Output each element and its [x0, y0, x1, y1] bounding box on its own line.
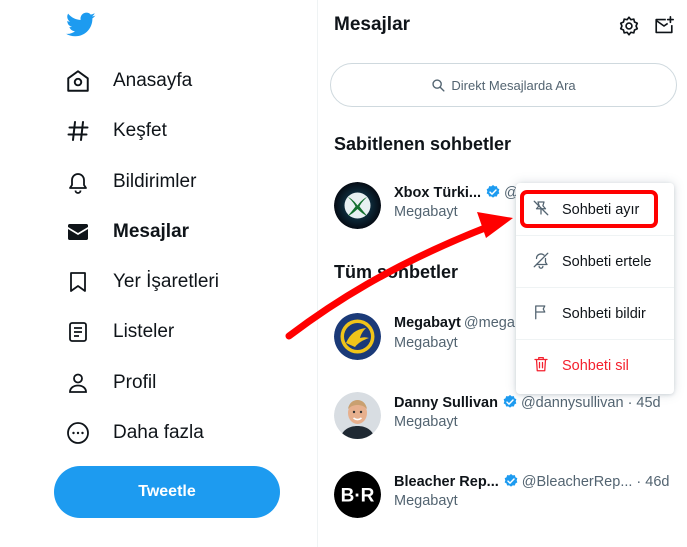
flag-icon: [532, 303, 550, 325]
home-icon: [64, 67, 92, 95]
more-circle-icon: [64, 419, 92, 447]
sidebar-item-more[interactable]: Daha fazla: [64, 416, 204, 450]
verified-badge-icon: [503, 473, 519, 493]
verified-badge-icon: [485, 184, 501, 204]
conversation-preview: Megabayt: [394, 335, 458, 351]
conversation-preview: Megabayt: [394, 414, 458, 430]
compose-message-icon[interactable]: [653, 15, 675, 37]
gear-icon[interactable]: [618, 15, 640, 37]
list-icon: [64, 318, 92, 346]
conversation-name: Danny Sullivan: [394, 395, 498, 411]
snooze-bell-icon: [532, 251, 550, 273]
svg-text:B·R: B·R: [341, 486, 375, 507]
avatar: [334, 313, 381, 360]
sidebar-item-bookmarks[interactable]: Yer İşaretleri: [64, 265, 219, 299]
conversation-preview: Megabayt: [394, 493, 458, 509]
tweet-button[interactable]: Tweetle: [54, 466, 280, 518]
search-placeholder: Direkt Mesajlarda Ara: [451, 77, 576, 93]
conversation-handle: @mega: [463, 315, 515, 331]
sidebar-item-explore[interactable]: Keşfet: [64, 114, 167, 148]
sidebar-item-label: Yer İşaretleri: [113, 271, 219, 292]
delete-conversation-menu-item[interactable]: Sohbeti sil: [516, 340, 674, 392]
sidebar-item-label: Mesajlar: [113, 221, 190, 242]
sidebar-item-label: Anasayfa: [113, 70, 193, 91]
conversation-item[interactable]: Danny Sullivan @dannysullivan · 45d Megab…: [334, 388, 687, 448]
sidebar-item-notifications[interactable]: Bildirimler: [64, 165, 196, 199]
search-icon: [432, 79, 445, 92]
sidebar-item-label: Listeler: [113, 321, 175, 342]
sidebar-item-label: Bildirimler: [113, 171, 197, 192]
conversation-handle: @BleacherRep... · 46d: [521, 474, 670, 490]
menu-item-label: Sohbeti ertele: [562, 253, 652, 270]
sidebar-item-lists[interactable]: Listeler: [64, 315, 174, 349]
sidebar-nav: Anasayfa Keşfet Bildirimler Mesajlar Yer…: [0, 0, 318, 547]
sidebar-item-messages[interactable]: Mesajlar: [64, 215, 189, 249]
conversation-item[interactable]: B·R Bleacher Rep... @BleacherRep... · 46d…: [334, 467, 687, 527]
conversation-preview: Megabayt: [394, 204, 458, 220]
bell-icon: [64, 168, 92, 196]
highlight-box: [520, 190, 658, 228]
sidebar-item-profile[interactable]: Profil: [64, 366, 156, 400]
conversation-name: Megabayt: [394, 315, 461, 331]
bookmark-icon: [64, 268, 92, 296]
sidebar-item-label: Keşfet: [113, 120, 167, 141]
avatar: [334, 182, 381, 229]
menu-item-label: Sohbeti sil: [562, 358, 629, 374]
twitter-bird-icon[interactable]: [66, 12, 96, 38]
avatar: [334, 392, 381, 439]
menu-item-label: Sohbeti bildir: [562, 305, 646, 322]
avatar: B·R: [334, 471, 381, 518]
search-input[interactable]: Direkt Mesajlarda Ara: [330, 63, 677, 107]
hashtag-icon: [64, 117, 92, 145]
conversation-name: Xbox Türki...: [394, 185, 482, 201]
pinned-section-title: Sabitlenen sohbetler: [334, 134, 512, 154]
verified-badge-icon: [502, 394, 518, 414]
sidebar-item-label: Daha fazla: [113, 422, 204, 443]
conversation-handle: @dannysullivan · 45d: [520, 395, 661, 411]
trash-icon: [532, 355, 550, 377]
person-icon: [64, 369, 92, 397]
envelope-icon: [64, 218, 92, 246]
snooze-conversation-menu-item[interactable]: Sohbeti ertele: [516, 236, 674, 288]
sidebar-item-home[interactable]: Anasayfa: [64, 64, 192, 98]
all-section-title: Tüm sohbetler: [334, 262, 459, 282]
conversation-name: Bleacher Rep...: [394, 474, 499, 490]
report-conversation-menu-item[interactable]: Sohbeti bildir: [516, 288, 674, 340]
page-title: Mesajlar: [334, 14, 411, 35]
sidebar-item-label: Profil: [113, 372, 157, 393]
